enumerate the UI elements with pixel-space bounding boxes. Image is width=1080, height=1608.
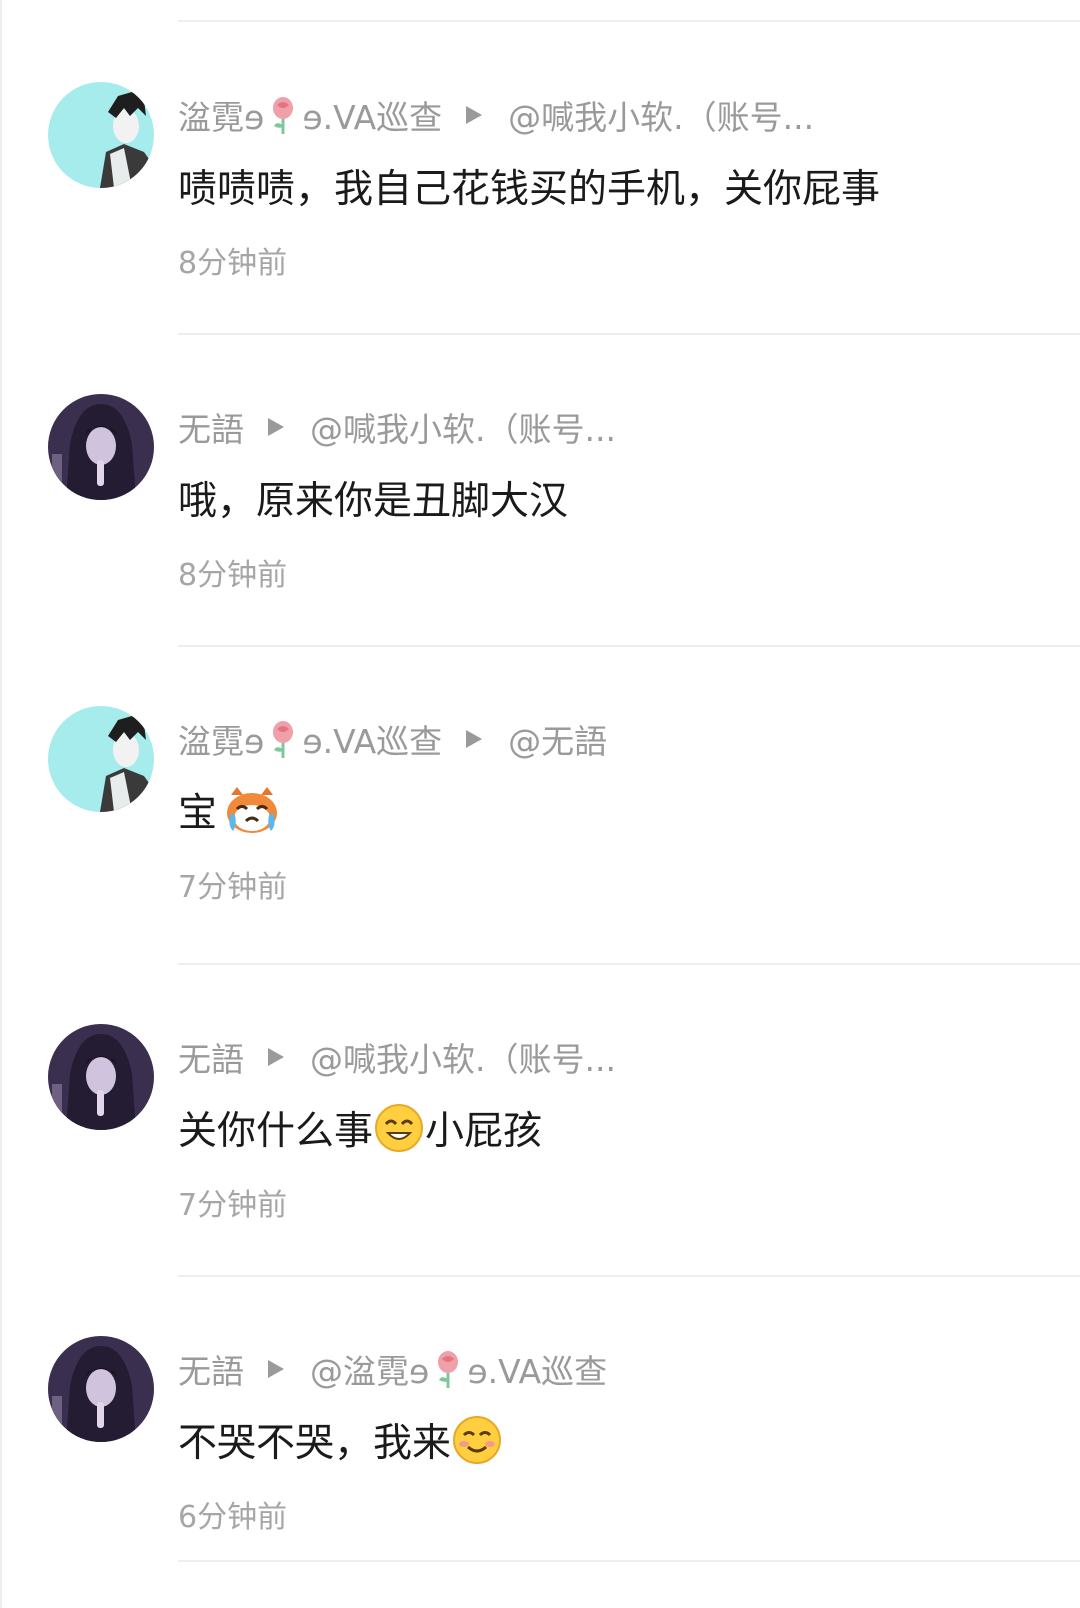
avatar-image xyxy=(48,1336,154,1442)
comment-text: 啧啧啧，我自己花钱买的手机，关你屁事 xyxy=(178,156,880,216)
crying-emoji-icon xyxy=(223,785,281,835)
comment-text: 不哭不哭，我来 xyxy=(178,1410,503,1470)
reply-to-user[interactable]: @无語 xyxy=(508,715,607,763)
reply-arrow-icon xyxy=(466,730,483,748)
author-title: ɘ.VA巡查 xyxy=(302,98,443,137)
reply-to-user[interactable]: @喊我小软.（账号... xyxy=(310,403,616,451)
avatar-image xyxy=(48,706,154,812)
comment-item[interactable]: 湓霓ɘ ɘ.VA巡查 @喊我小软.（账号... 啧啧啧，我自己花钱买的手机，关你… xyxy=(0,62,1080,342)
comment-meta: 湓霓ɘ ɘ.VA巡查 @喊我小软.（账号... xyxy=(178,90,814,140)
reply-to-user[interactable]: @湓霓ɘ xyxy=(310,1345,429,1393)
comment-time: 8分钟前 xyxy=(178,558,288,593)
reply-to-user[interactable]: @喊我小软.（账号... xyxy=(508,91,814,139)
comment-time: 6分钟前 xyxy=(178,1500,288,1535)
author-title: ɘ.VA巡查 xyxy=(302,722,443,761)
reply-to-user[interactable]: @喊我小软.（账号... xyxy=(310,1033,616,1081)
reply-arrow-icon xyxy=(466,106,483,124)
avatar[interactable] xyxy=(48,706,154,812)
comment-text-content: 宝 xyxy=(178,791,218,836)
comment-text-part: 关你什么事 xyxy=(178,1109,374,1154)
avatar[interactable] xyxy=(48,82,154,188)
comment-item[interactable]: 无語 @湓霓ɘ ɘ.VA巡查 不哭不哭，我来 6分钟前 xyxy=(0,1316,1080,1596)
avatar-image xyxy=(48,394,154,500)
author-name[interactable]: 无語 xyxy=(178,1033,244,1081)
avatar-image xyxy=(48,1024,154,1130)
author-name[interactable]: 湓霓ɘ xyxy=(178,91,264,139)
comment-text-content: 不哭不哭，我来 xyxy=(178,1421,452,1466)
comment-meta: 无語 @湓霓ɘ ɘ.VA巡查 xyxy=(178,1344,607,1394)
reply-arrow-icon xyxy=(268,1048,284,1066)
reply-arrow-icon xyxy=(268,1360,284,1378)
blush-emoji-icon xyxy=(452,1415,502,1465)
comment-text: 宝 xyxy=(178,780,282,840)
comment-text-content: 哦，原来你是丑脚大汉 xyxy=(178,479,569,524)
rose-icon xyxy=(268,719,298,759)
author-name[interactable]: 湓霓ɘ xyxy=(178,715,264,763)
comment-time: 8分钟前 xyxy=(178,246,288,281)
reply-arrow-icon xyxy=(268,418,284,436)
comment-text-part: 小屁孩 xyxy=(425,1109,543,1154)
comment-text: 关你什么事 小屁孩 xyxy=(178,1098,542,1158)
rose-icon xyxy=(433,1349,463,1389)
comment-item[interactable]: 湓霓ɘ ɘ.VA巡查 @无語 宝 7分钟前 xyxy=(0,686,1080,966)
comment-item[interactable]: 无語 @喊我小软.（账号... 哦，原来你是丑脚大汉 8分钟前 xyxy=(0,374,1080,654)
avatar[interactable] xyxy=(48,394,154,500)
rose-icon xyxy=(268,95,298,135)
comment-text: 哦，原来你是丑脚大汉 xyxy=(178,468,568,528)
comment-meta: 无語 @喊我小软.（账号... xyxy=(178,402,616,452)
comment-meta: 无語 @喊我小软.（账号... xyxy=(178,1032,616,1082)
comment-item[interactable]: 无語 @喊我小软.（账号... 关你什么事 小屁孩 7分钟前 xyxy=(0,1004,1080,1284)
comment-time: 7分钟前 xyxy=(178,1188,288,1223)
reply-to-title[interactable]: ɘ.VA巡查 xyxy=(467,1345,607,1393)
smile-emoji-icon xyxy=(374,1103,424,1153)
comment-time: 7分钟前 xyxy=(178,870,288,905)
divider xyxy=(178,20,1080,22)
avatar-image xyxy=(48,82,154,188)
comment-text-content: 啧啧啧，我自己花钱买的手机，关你屁事 xyxy=(178,167,881,212)
comment-meta: 湓霓ɘ ɘ.VA巡查 @无語 xyxy=(178,714,607,764)
author-name[interactable]: 无語 xyxy=(178,403,244,451)
author-name[interactable]: 无語 xyxy=(178,1345,244,1393)
avatar[interactable] xyxy=(48,1024,154,1130)
avatar[interactable] xyxy=(48,1336,154,1442)
